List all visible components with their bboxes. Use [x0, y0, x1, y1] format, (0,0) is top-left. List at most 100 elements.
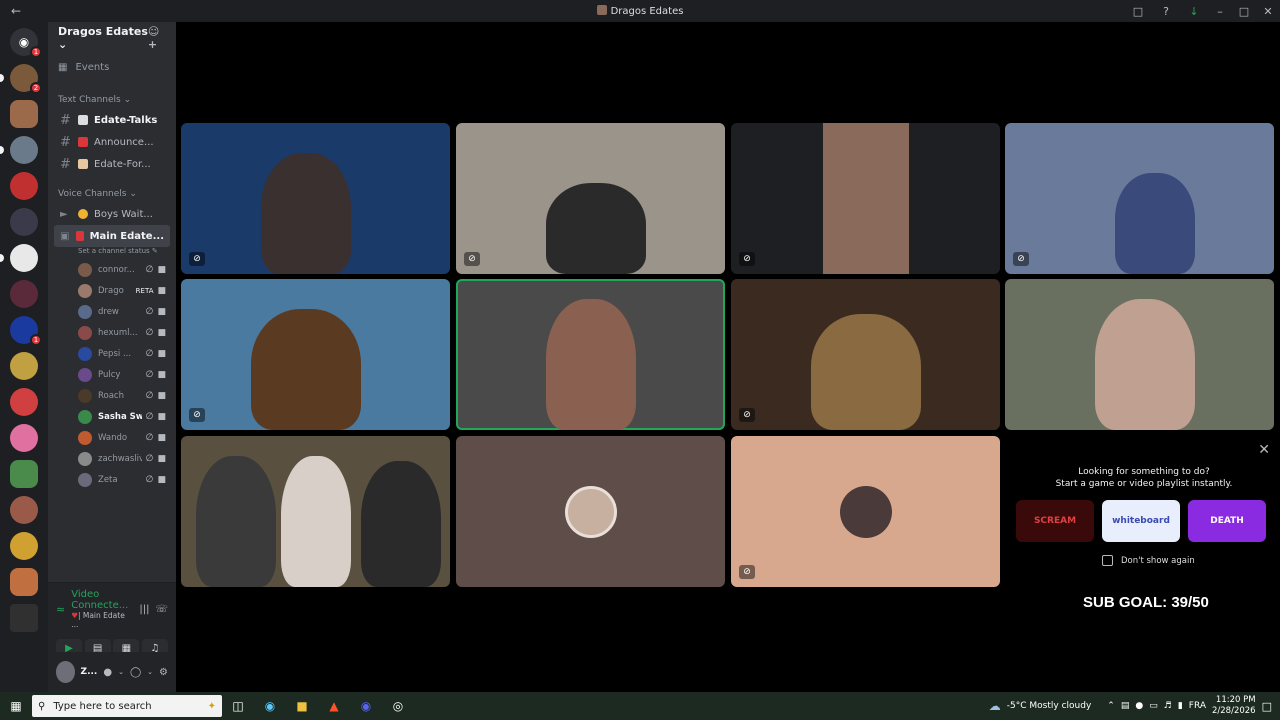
muted-mic-icon: ⊘	[464, 252, 480, 266]
muted-mic-icon: ∅	[145, 327, 154, 338]
language-indicator[interactable]: FRA	[1189, 701, 1206, 711]
brave-browser-icon[interactable]: ▲	[318, 692, 350, 720]
server-icon[interactable]	[10, 496, 38, 524]
notifications-icon[interactable]: □	[1262, 700, 1272, 713]
voice-user-row[interactable]: Pulcy ∅ ■	[48, 364, 176, 385]
chevron-up-icon[interactable]: ⌃	[1107, 701, 1115, 711]
activity-card-scream[interactable]: SCREAM	[1016, 500, 1094, 542]
server-header[interactable]: Dragos Edates ⌄ ☺+	[48, 22, 176, 54]
server-icon[interactable]	[10, 208, 38, 236]
dont-show-again-option[interactable]: Don't show again	[1102, 555, 1195, 566]
checkbox[interactable]	[1102, 555, 1113, 566]
settings-gear-icon[interactable]: ⚙	[159, 667, 168, 678]
server-icon[interactable]	[0, 244, 38, 272]
disconnect-icon[interactable]: ☏	[155, 604, 168, 615]
microphone-icon[interactable]: ●	[103, 667, 112, 678]
channel-edate-forum[interactable]: # Edate-For...	[54, 153, 170, 175]
video-tile[interactable]	[1005, 279, 1274, 430]
voice-user-row[interactable]: hexuml... ∅ ■	[48, 322, 176, 343]
taskbar-search[interactable]: ⚲ Type here to search ✦	[32, 695, 222, 717]
server-icon[interactable]	[10, 532, 38, 560]
video-tile[interactable]: ⊘	[731, 436, 1000, 587]
network-icon[interactable]: ▤	[1121, 701, 1130, 711]
voice-user-row[interactable]: zachwaslive∅■	[48, 448, 176, 469]
volume-icon[interactable]: ♬	[1164, 701, 1172, 711]
user-avatar[interactable]	[56, 661, 75, 683]
noise-suppression-icon[interactable]: |||	[139, 604, 149, 615]
camera-icon: ■	[157, 264, 166, 275]
voice-user-row[interactable]: Sasha Swan∅■	[48, 406, 176, 427]
server-icon[interactable]	[10, 352, 38, 380]
server-icon[interactable]	[10, 172, 38, 200]
signal-icon[interactable]: ≈	[56, 603, 65, 616]
copilot-icon[interactable]: ◉	[254, 692, 286, 720]
voice-user-row[interactable]: Pepsi ... ∅ ■	[48, 343, 176, 364]
chevron-down-icon[interactable]: ⌄	[147, 668, 153, 676]
video-tile[interactable]: ⊘	[456, 123, 725, 274]
video-tile[interactable]: ⊘	[731, 123, 1000, 274]
voice-status-title[interactable]: Video Connecte...	[71, 589, 133, 611]
unread-pill	[0, 254, 4, 262]
activity-card-whiteboard[interactable]: whiteboard	[1102, 500, 1180, 542]
server-icon[interactable]	[10, 568, 38, 596]
voice-user-row[interactable]: connor... ∅ ■	[48, 259, 176, 280]
weather-text[interactable]: -5°C Mostly cloudy	[1007, 701, 1092, 711]
voice-user-row[interactable]: Drago RETA ■	[48, 280, 176, 301]
server-icon[interactable]	[10, 424, 38, 452]
server-icon[interactable]	[10, 100, 38, 128]
inbox-icon[interactable]: □	[1124, 0, 1152, 22]
voice-channel-boys-waiting[interactable]: ► Boys Wait...	[54, 203, 170, 225]
maximize-button[interactable]: □	[1232, 0, 1256, 22]
channel-edate-talks[interactable]: # Edate-Talks	[54, 109, 170, 131]
category-text-channels[interactable]: Text Channels ⌄	[48, 81, 176, 109]
close-window-button[interactable]: ✕	[1256, 0, 1280, 22]
user-name[interactable]: Z...	[81, 667, 98, 677]
voice-channel-link[interactable]: ♥| Main Edate ...	[71, 611, 133, 629]
channel-announcements[interactable]: # Announce...	[54, 131, 170, 153]
video-tile[interactable]: ⊘	[181, 279, 450, 430]
discord-home-icon[interactable]: ◉ 1	[10, 28, 42, 58]
voice-user-row[interactable]: Zeta ∅ ■	[48, 469, 176, 490]
events-item[interactable]: ▦ Events	[48, 54, 176, 81]
clock[interactable]: 11:20 PM 2/28/2026	[1212, 695, 1256, 717]
category-voice-channels[interactable]: Voice Channels ⌄	[48, 175, 176, 203]
user-avatar	[78, 325, 92, 340]
task-view-icon[interactable]: ◫	[222, 692, 254, 720]
chevron-down-icon[interactable]: ⌄	[118, 668, 124, 676]
voice-user-row[interactable]: drew ∅ ■	[48, 301, 176, 322]
activity-card-death[interactable]: DEATH	[1188, 500, 1266, 542]
voice-user-row[interactable]: Wando ∅ ■	[48, 427, 176, 448]
server-icon[interactable]	[10, 280, 38, 308]
server-icon[interactable]	[0, 136, 38, 164]
video-tile[interactable]: ⊘	[731, 279, 1000, 430]
invite-people-icon[interactable]: ☺+	[148, 25, 166, 51]
server-icon[interactable]	[10, 604, 38, 632]
headphones-icon[interactable]: ◯	[130, 667, 141, 678]
video-tile[interactable]	[181, 436, 450, 587]
close-icon[interactable]: ✕	[1258, 442, 1270, 458]
face-emoji	[78, 209, 88, 219]
display-icon[interactable]: ▭	[1149, 701, 1158, 711]
back-arrow-icon[interactable]: ←	[0, 4, 32, 18]
discord-app-icon[interactable]: ◉	[350, 692, 382, 720]
file-explorer-icon[interactable]: ■	[286, 692, 318, 720]
video-tile-speaking[interactable]	[456, 279, 725, 430]
voice-user-row[interactable]: Roach ∅ ■	[48, 385, 176, 406]
video-tile[interactable]: ⊘	[1005, 123, 1274, 274]
voice-channel-main-edate[interactable]: ▣ Main Edate...	[54, 225, 170, 247]
server-icon[interactable]: 2	[0, 64, 42, 94]
video-tile[interactable]: ⊘	[181, 123, 450, 274]
windows-start-icon[interactable]: ▦	[0, 692, 32, 720]
server-icon[interactable]: 1	[10, 316, 42, 346]
weather-cloud-icon[interactable]: ☁	[989, 699, 1001, 713]
minimize-button[interactable]: –	[1208, 0, 1232, 22]
download-icon[interactable]: ↓	[1180, 0, 1208, 22]
server-icon[interactable]	[10, 460, 38, 488]
power-icon[interactable]: ▮	[1178, 701, 1183, 711]
server-icon[interactable]	[10, 388, 38, 416]
video-tile[interactable]	[456, 436, 725, 587]
help-icon[interactable]: ?	[1152, 0, 1180, 22]
channel-status-input[interactable]: Set a channel status ✎	[48, 247, 176, 259]
microphone-icon[interactable]: ●	[1135, 701, 1143, 711]
recording-app-icon[interactable]: ◎	[382, 692, 414, 720]
